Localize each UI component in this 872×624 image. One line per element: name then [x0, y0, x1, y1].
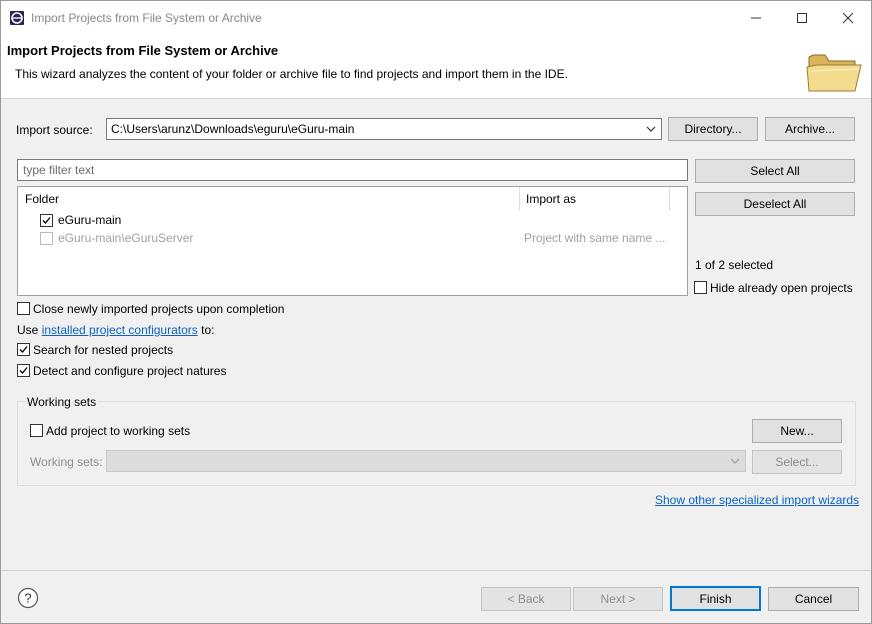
- svg-text:?: ?: [24, 591, 31, 606]
- close-projects-label[interactable]: Close newly imported projects upon compl…: [33, 302, 284, 316]
- folder-icon: [806, 54, 862, 92]
- project-natures-label[interactable]: Detect and configure project natures: [33, 364, 226, 378]
- back-button[interactable]: < Back: [481, 587, 571, 611]
- hide-open-projects-checkbox[interactable]: [694, 281, 707, 294]
- working-sets-combo[interactable]: [106, 450, 746, 472]
- use-suffix: to:: [201, 323, 215, 337]
- next-button[interactable]: Next >: [573, 587, 663, 611]
- column-header-folder[interactable]: Folder: [18, 187, 519, 211]
- cancel-button[interactable]: Cancel: [768, 587, 859, 611]
- title-bar: Import Projects from File System or Arch…: [1, 1, 871, 35]
- nested-projects-label[interactable]: Search for nested projects: [33, 343, 173, 357]
- import-dialog: Import Projects from File System or Arch…: [0, 0, 872, 624]
- add-working-sets-checkbox[interactable]: [30, 424, 43, 437]
- row-checkbox[interactable]: [40, 232, 53, 245]
- maximize-icon: [797, 13, 807, 23]
- page-title: Import Projects from File System or Arch…: [7, 43, 279, 58]
- directory-button[interactable]: Directory...: [668, 117, 758, 141]
- eclipse-app-icon: [10, 11, 24, 25]
- select-all-button[interactable]: Select All: [695, 159, 855, 183]
- configurators-link[interactable]: installed project configurators: [42, 323, 198, 337]
- row-folder-name: eGuru-main: [58, 213, 122, 227]
- column-header-import-as[interactable]: Import as: [519, 187, 669, 211]
- column-separator: [669, 187, 670, 211]
- configurators-line: Use installed project configurators to:: [17, 323, 214, 337]
- chevron-down-icon[interactable]: [728, 454, 742, 468]
- chevron-down-icon[interactable]: [644, 122, 658, 136]
- window-title: Import Projects from File System or Arch…: [31, 11, 262, 25]
- other-wizards-link[interactable]: Show other specialized import wizards: [655, 493, 859, 507]
- close-projects-checkbox[interactable]: [17, 302, 30, 315]
- table-row[interactable]: eGuru-main\eGuruServer Project with same…: [18, 229, 687, 247]
- working-sets-group: [17, 401, 856, 486]
- import-source-value: C:\Users\arunz\Downloads\eguru\eGuru-mai…: [111, 122, 355, 136]
- checkmark-icon: [19, 367, 28, 374]
- working-sets-label: Working sets:: [30, 455, 103, 469]
- minimize-button[interactable]: [733, 1, 779, 35]
- import-source-label: Import source:: [16, 123, 93, 137]
- close-button[interactable]: [825, 1, 871, 35]
- table-row[interactable]: eGuru-main: [18, 211, 687, 229]
- add-working-sets-label[interactable]: Add project to working sets: [46, 424, 190, 438]
- row-folder-name: eGuru-main\eGuruServer: [58, 231, 194, 245]
- row-import-as: Project with same name ...: [524, 231, 666, 245]
- finish-button[interactable]: Finish: [670, 586, 761, 611]
- row-checkbox[interactable]: [40, 214, 53, 227]
- project-natures-checkbox[interactable]: [17, 364, 30, 377]
- new-working-set-button[interactable]: New...: [752, 419, 842, 443]
- minimize-icon: [751, 17, 761, 19]
- projects-table: Folder Import as eGuru-main eGuru-main\e…: [17, 186, 688, 296]
- maximize-button[interactable]: [779, 1, 825, 35]
- nested-projects-checkbox[interactable]: [17, 343, 30, 356]
- page-description: This wizard analyzes the content of your…: [15, 67, 568, 81]
- checkmark-icon: [42, 217, 51, 224]
- working-sets-title: Working sets: [25, 395, 99, 409]
- hide-open-projects-label[interactable]: Hide already open projects: [710, 281, 853, 295]
- help-icon[interactable]: ?: [17, 587, 39, 609]
- close-icon: [842, 12, 854, 24]
- checkmark-icon: [19, 346, 28, 353]
- wizard-header: Import Projects from File System or Arch…: [1, 35, 871, 99]
- deselect-all-button[interactable]: Deselect All: [695, 192, 855, 216]
- selection-count: 1 of 2 selected: [695, 258, 774, 272]
- select-working-sets-button[interactable]: Select...: [752, 450, 842, 474]
- import-source-combo[interactable]: C:\Users\arunz\Downloads\eguru\eGuru-mai…: [106, 118, 662, 140]
- filter-input[interactable]: type filter text: [17, 159, 688, 181]
- archive-button[interactable]: Archive...: [765, 117, 855, 141]
- use-prefix: Use: [17, 323, 39, 337]
- footer-divider: [1, 570, 871, 571]
